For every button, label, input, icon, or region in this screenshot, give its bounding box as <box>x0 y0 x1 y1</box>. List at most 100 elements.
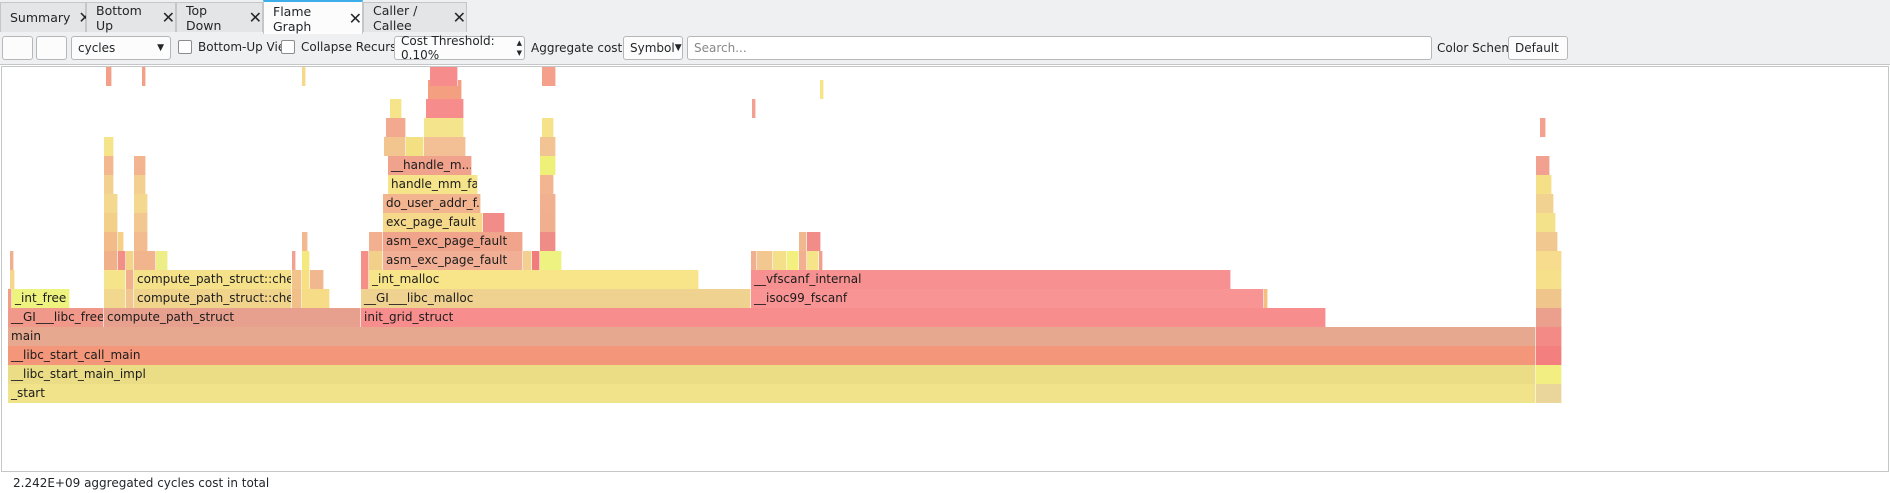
bottom-up-view-checkbox[interactable]: Bottom-Up View <box>178 40 295 54</box>
frame[interactable] <box>757 251 773 270</box>
frame[interactable] <box>540 232 556 251</box>
close-icon[interactable]: ✕ <box>349 9 362 28</box>
frame[interactable] <box>540 213 556 232</box>
back-button[interactable] <box>2 36 33 60</box>
frame[interactable] <box>386 118 406 137</box>
frame[interactable] <box>126 289 134 308</box>
frame[interactable] <box>369 232 383 251</box>
frame[interactable] <box>542 67 556 86</box>
frame[interactable] <box>1536 156 1550 175</box>
frame[interactable] <box>126 270 134 289</box>
frame[interactable] <box>1536 251 1562 270</box>
tab-caller-callee[interactable]: Caller / Callee ✕ <box>363 2 467 33</box>
frame[interactable] <box>1536 384 1562 403</box>
frame[interactable] <box>104 137 114 156</box>
frame[interactable] <box>369 251 383 270</box>
frame[interactable] <box>1536 270 1562 289</box>
frame[interactable] <box>104 194 118 213</box>
frame[interactable] <box>134 232 148 251</box>
tab-flame-graph[interactable]: Flame Graph ✕ <box>263 0 363 35</box>
frame[interactable] <box>104 270 126 289</box>
frame[interactable] <box>787 251 799 270</box>
close-icon[interactable]: ✕ <box>162 8 175 27</box>
frame[interactable] <box>540 137 556 156</box>
frame[interactable] <box>1536 194 1554 213</box>
frame[interactable] <box>424 137 466 156</box>
frame[interactable] <box>540 175 554 194</box>
frame[interactable]: main <box>8 327 1536 346</box>
frame[interactable] <box>134 194 148 213</box>
frame[interactable] <box>807 251 819 270</box>
frame[interactable]: _int_free <box>12 289 70 308</box>
frame[interactable]: __isoc99_fscanf <box>751 289 1264 308</box>
checkbox-box[interactable] <box>178 40 192 54</box>
frame[interactable] <box>1536 289 1562 308</box>
frame[interactable] <box>10 270 15 289</box>
frame[interactable] <box>361 270 369 289</box>
frame[interactable] <box>430 67 458 86</box>
close-icon[interactable]: ✕ <box>453 8 466 27</box>
frame[interactable] <box>134 251 156 270</box>
tab-bottom-up[interactable]: Bottom Up ✕ <box>86 2 176 33</box>
frame[interactable] <box>424 118 464 137</box>
frame[interactable]: do_user_addr_f... <box>383 194 481 213</box>
checkbox-box[interactable] <box>281 40 295 54</box>
frame[interactable] <box>532 251 540 270</box>
frame[interactable] <box>799 232 807 251</box>
frame[interactable] <box>292 251 296 270</box>
frame[interactable] <box>118 232 124 251</box>
frame[interactable] <box>1536 327 1562 346</box>
frame[interactable] <box>819 251 823 270</box>
frame[interactable]: _int_malloc <box>369 270 699 289</box>
forward-button[interactable] <box>36 36 67 60</box>
frame[interactable] <box>302 251 310 270</box>
frame[interactable] <box>302 67 306 86</box>
frame[interactable] <box>523 251 532 270</box>
frame[interactable] <box>310 270 324 289</box>
frame[interactable] <box>426 99 464 118</box>
frame[interactable] <box>104 213 118 232</box>
frame[interactable]: __vfscanf_internal <box>751 270 1231 289</box>
frame[interactable] <box>134 213 148 232</box>
frame[interactable] <box>542 118 554 137</box>
frame[interactable]: __libc_start_main_impl <box>8 365 1536 384</box>
spin-arrows-icon[interactable]: ▲ ▼ <box>517 38 522 58</box>
frame[interactable] <box>540 251 562 270</box>
frame[interactable] <box>292 289 302 308</box>
frame[interactable]: asm_exc_page_fault <box>383 232 523 251</box>
frame[interactable] <box>540 156 556 175</box>
frame[interactable] <box>134 175 146 194</box>
frame[interactable] <box>104 289 126 308</box>
frame[interactable]: __GI___libc_malloc <box>361 289 751 308</box>
frame[interactable] <box>1536 232 1558 251</box>
frame[interactable] <box>292 270 302 289</box>
frame[interactable]: exc_page_fault <box>383 213 483 232</box>
frame[interactable] <box>820 80 824 99</box>
close-icon[interactable]: ✕ <box>249 8 262 27</box>
frame[interactable] <box>126 251 134 270</box>
frame[interactable] <box>773 251 787 270</box>
event-type-select[interactable]: cycles ▼ <box>71 36 171 60</box>
flame-graph[interactable]: _start __libc_start_main_impl __libc_sta… <box>1 66 1889 472</box>
frame[interactable]: compute_path_struct::chec... <box>134 270 292 289</box>
frame[interactable]: _start <box>8 384 1536 403</box>
frame[interactable] <box>406 137 424 156</box>
frame[interactable] <box>104 232 118 251</box>
frame[interactable] <box>799 251 807 270</box>
frame[interactable] <box>302 270 310 289</box>
frame[interactable] <box>752 99 756 118</box>
frame[interactable] <box>302 232 308 251</box>
frame[interactable] <box>104 156 114 175</box>
tab-summary[interactable]: Summary ✕ <box>0 2 92 32</box>
frame[interactable] <box>156 251 168 270</box>
frame[interactable]: handle_mm_fa... <box>388 175 478 194</box>
frame[interactable] <box>302 289 330 308</box>
frame[interactable] <box>1536 213 1556 232</box>
frame[interactable]: __GI___libc_free <box>8 308 104 327</box>
color-scheme-select[interactable]: Default <box>1508 36 1568 60</box>
search-input[interactable] <box>687 36 1432 60</box>
frame[interactable]: compute_path_struct <box>104 308 361 327</box>
aggregate-select[interactable]: Symbol ▼ <box>623 36 683 60</box>
frame[interactable] <box>1264 289 1268 308</box>
frame[interactable] <box>384 137 406 156</box>
